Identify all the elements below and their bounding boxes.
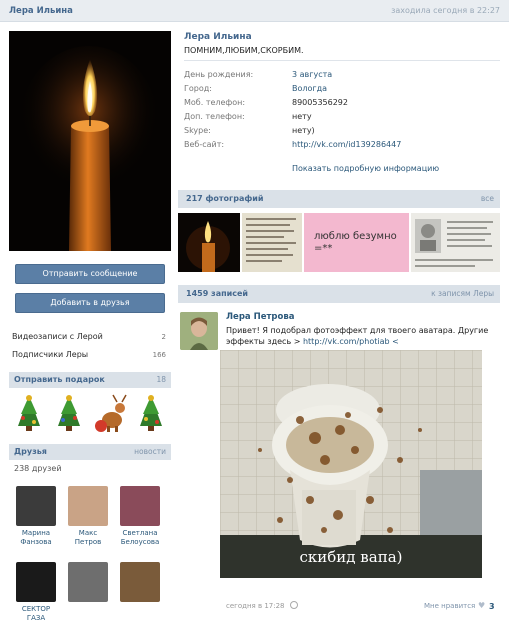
photo-thumb-pink[interactable]: люблю безумно =**	[304, 213, 409, 272]
profile-name: Лера Ильина	[184, 32, 252, 42]
post-image[interactable]: скибид вапа)	[220, 350, 482, 578]
friend-first-name[interactable]: СЕКТОР ГАЗА	[14, 605, 58, 623]
info-key: Веб-сайт:	[184, 140, 225, 149]
friend-last-name[interactable]: Фанзова	[14, 538, 58, 547]
friend-item[interactable]: СЕКТОР ГАЗА	[14, 562, 58, 623]
friends-title[interactable]: Друзья	[14, 447, 47, 456]
post-author[interactable]: Лера Петрова	[226, 312, 294, 322]
post-image-caption: скибид вапа)	[299, 548, 403, 566]
friends-news-link[interactable]: новости	[134, 447, 166, 456]
show-more-info-link[interactable]: Показать подробную информацию	[292, 164, 439, 173]
photos-header[interactable]: 217 фотографий все	[178, 190, 500, 208]
posts-header[interactable]: 1459 записей к записям Леры	[178, 285, 500, 303]
photo-thumb-text[interactable]	[242, 213, 302, 272]
subscribers-link[interactable]: Подписчики Леры	[12, 350, 88, 359]
friend-last-name[interactable]: Белоусова	[118, 538, 162, 547]
pink-photo-text: люблю безумно =**	[314, 231, 397, 254]
post-link[interactable]: http://vk.com/photiab <	[303, 337, 399, 346]
posts-wall-link[interactable]: к записям Леры	[431, 289, 494, 298]
profile-status: ПОМНИМ,ЛЮБИМ,СКОРБИМ.	[184, 46, 304, 55]
info-value[interactable]: 3 августа	[292, 70, 332, 79]
info-key: Доп. телефон:	[184, 112, 245, 121]
gifts-count: 18	[156, 375, 166, 384]
photos-title[interactable]: 217 фотографий	[186, 194, 264, 203]
photo-thumb-candle[interactable]	[178, 213, 240, 272]
topbar-name[interactable]: Лера Ильина	[9, 6, 73, 16]
friend-photo[interactable]	[68, 562, 108, 602]
like-label[interactable]: Мне нравится	[424, 602, 475, 610]
post-text: Привет! Я подобрал фотоэффект для твоего…	[226, 325, 498, 347]
videos-count: 2	[161, 333, 166, 341]
info-key: День рождения:	[184, 70, 254, 79]
heart-icon[interactable]: ♥	[478, 601, 485, 610]
left-column: Отправить сообщение Добавить в друзья Ви…	[0, 22, 178, 622]
add-friend-button[interactable]: Добавить в друзья	[15, 293, 165, 313]
info-value: нету)	[292, 126, 315, 135]
friend-item[interactable]: Макс Петров	[66, 486, 110, 547]
subscribers-count: 166	[152, 351, 166, 359]
friend-first-name[interactable]: Светлана	[118, 529, 162, 538]
info-key: Skype:	[184, 126, 211, 135]
friend-item[interactable]: Марина Фанзова	[14, 486, 58, 547]
like-count: 3	[489, 602, 495, 611]
videos-link[interactable]: Видеозаписи с Лерой	[12, 332, 103, 341]
online-status: заходила сегодня в 22:27	[391, 6, 500, 15]
friend-first-name[interactable]: Макс	[66, 529, 110, 538]
info-key: Город:	[184, 84, 212, 93]
gifts-header[interactable]: Отправить подарок 18	[9, 372, 171, 388]
gifts-title[interactable]: Отправить подарок	[14, 375, 105, 384]
gifts-row	[9, 392, 171, 436]
friend-photo[interactable]	[16, 486, 56, 526]
gift-icons[interactable]	[9, 392, 171, 436]
info-key: Моб. телефон:	[184, 98, 246, 107]
divider	[184, 60, 500, 61]
friend-photo[interactable]	[16, 562, 56, 602]
post-date[interactable]: сегодня в 17:28	[226, 602, 285, 610]
send-message-button[interactable]: Отправить сообщение	[15, 264, 165, 284]
friends-count: 238 друзей	[14, 464, 62, 473]
friend-photo[interactable]	[120, 486, 160, 526]
friend-item[interactable]: Светлана Белоусова	[118, 486, 162, 547]
info-value[interactable]: Вологда	[292, 84, 327, 93]
friend-first-name[interactable]: Марина	[14, 529, 58, 538]
info-value[interactable]: http://vk.com/id139286447	[292, 140, 401, 149]
post-author-avatar[interactable]	[180, 312, 218, 350]
friend-last-name[interactable]: Петров	[66, 538, 110, 547]
friends-header[interactable]: Друзья новости	[9, 444, 171, 460]
profile-topbar: Лера Ильина заходила сегодня в 22:27	[0, 0, 509, 22]
friend-item[interactable]	[66, 562, 110, 605]
posts-title[interactable]: 1459 записей	[186, 289, 248, 298]
info-value: нету	[292, 112, 312, 121]
share-icon[interactable]	[290, 601, 298, 609]
friend-photo[interactable]	[68, 486, 108, 526]
friend-item[interactable]	[118, 562, 162, 605]
photos-all-link[interactable]: все	[481, 194, 494, 203]
info-value: 89005356292	[292, 98, 348, 107]
friend-photo[interactable]	[120, 562, 160, 602]
profile-avatar[interactable]	[9, 31, 171, 251]
main-column: Лера Ильина ПОМНИМ,ЛЮБИМ,СКОРБИМ. День р…	[178, 22, 509, 611]
photo-thumb-document[interactable]	[411, 213, 500, 272]
